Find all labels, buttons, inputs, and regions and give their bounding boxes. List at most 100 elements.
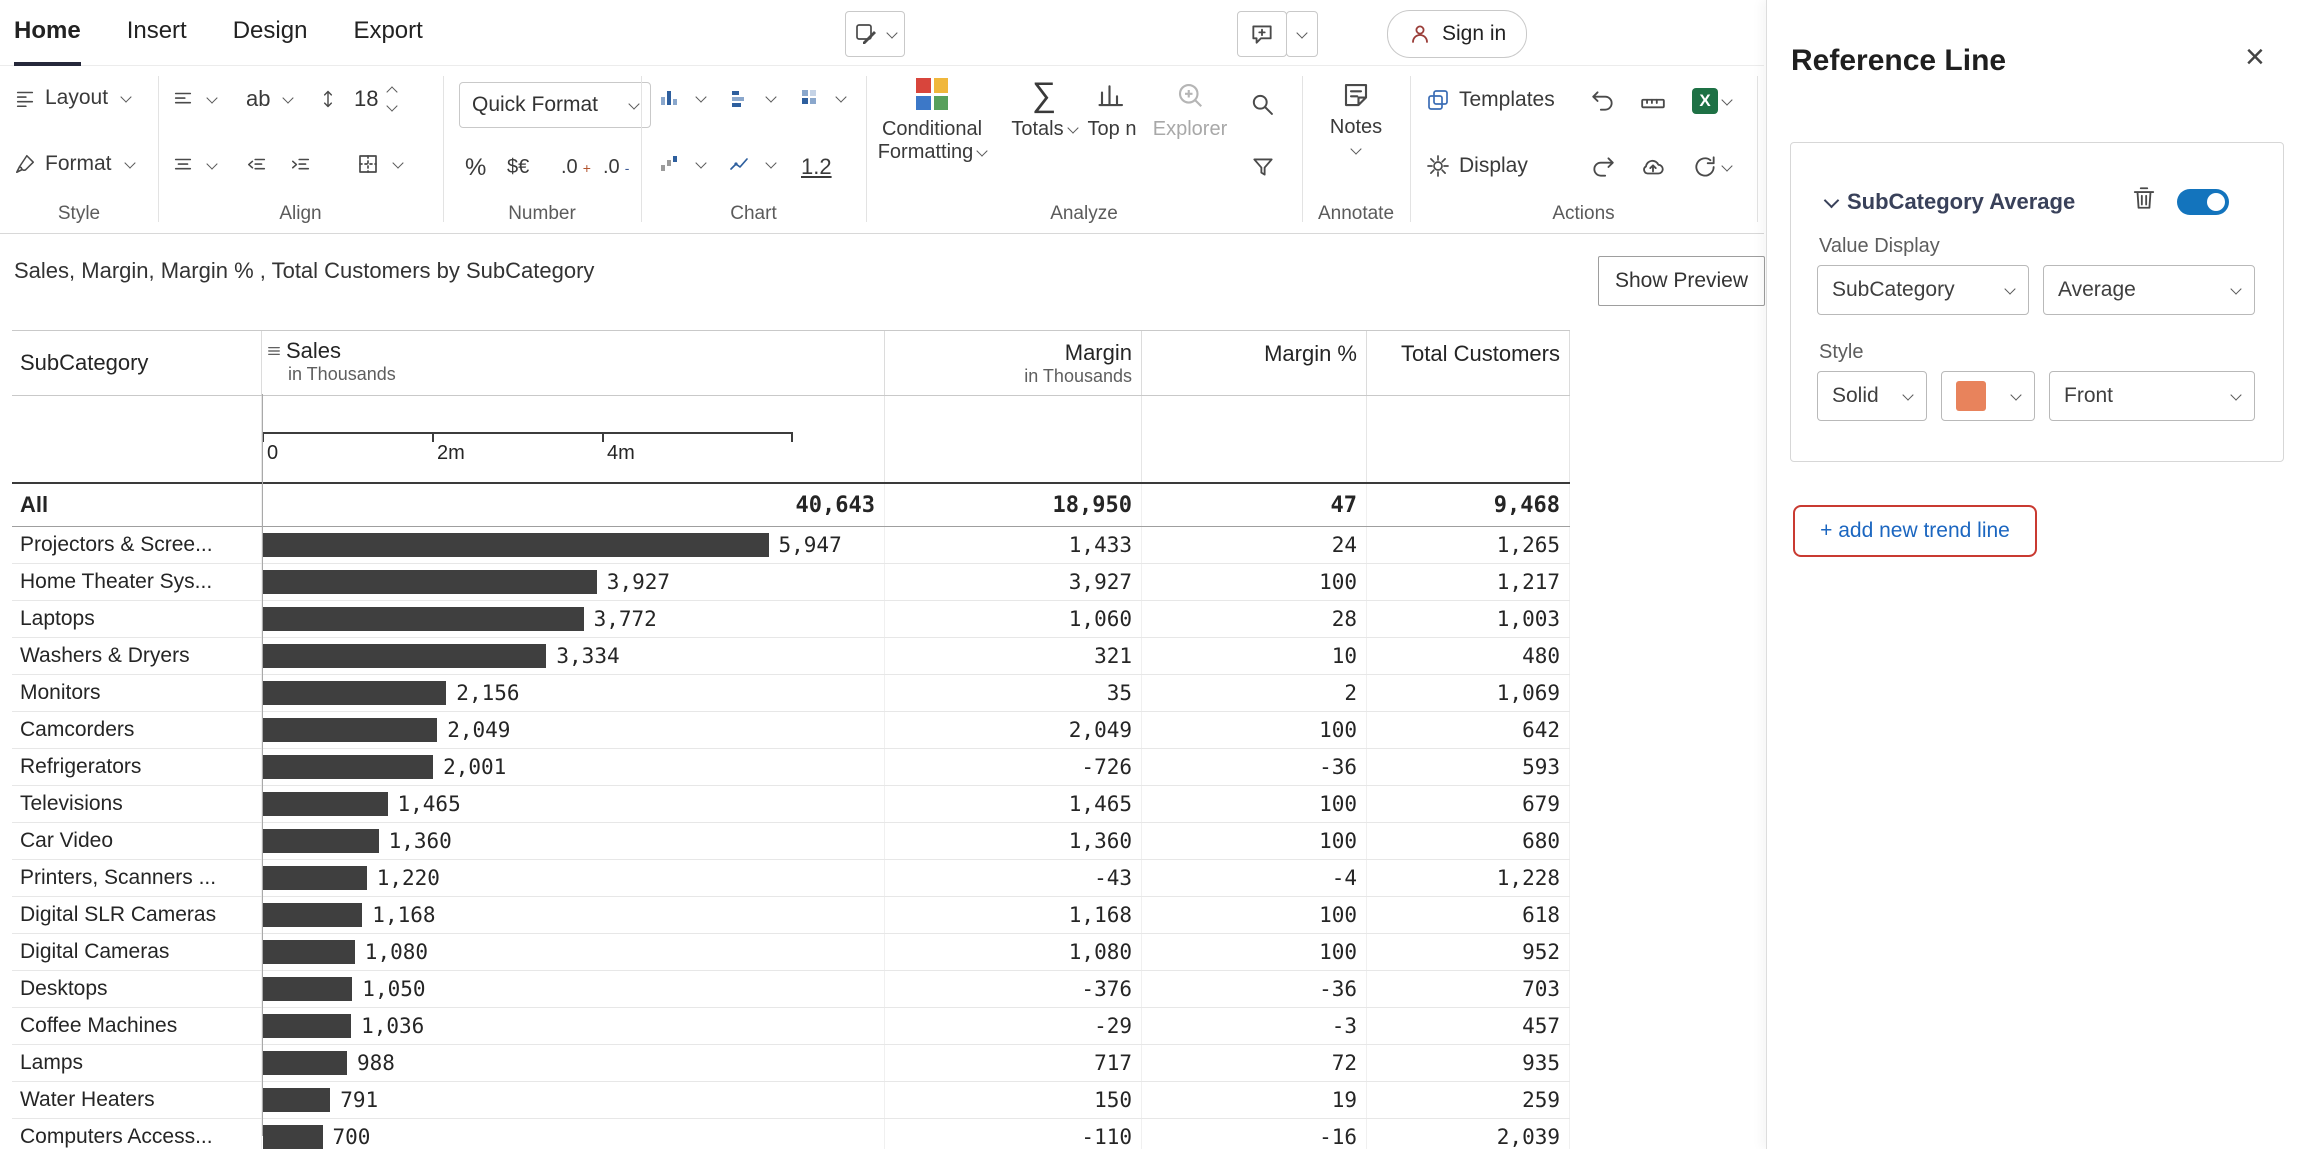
layer-dropdown[interactable]: Front — [2049, 371, 2255, 421]
stepper-down-icon[interactable] — [387, 100, 398, 111]
dimension-dropdown[interactable]: SubCategory — [1817, 265, 2029, 315]
table-row[interactable]: Lamps98871772935 — [12, 1045, 1570, 1082]
sales-bar[interactable] — [263, 533, 769, 557]
redo-button[interactable] — [1590, 154, 1616, 185]
chart-type-button-3[interactable] — [797, 86, 845, 110]
sales-bar[interactable] — [263, 718, 437, 742]
currency-format-button[interactable]: $€ — [507, 156, 529, 179]
chart-type-button-2[interactable] — [727, 86, 775, 110]
table-row[interactable]: Printers, Scanners ...1,220-43-41,228 — [12, 860, 1570, 897]
sales-bar[interactable] — [263, 644, 546, 668]
conditional-formatting-button[interactable]: Conditional Formatting — [868, 78, 996, 164]
table-row[interactable]: Camcorders2,0492,049100642 — [12, 712, 1570, 749]
sales-bar[interactable] — [263, 1014, 351, 1038]
header-subcategory[interactable]: SubCategory — [12, 331, 262, 395]
row-height-button[interactable] — [318, 88, 338, 110]
decimal-places-button[interactable]: 1.2 — [801, 154, 832, 180]
cloud-upload-button[interactable] — [1640, 154, 1666, 185]
explorer-button[interactable]: Explorer — [1154, 80, 1226, 141]
increase-decimal-button[interactable]: .0+ — [561, 156, 591, 179]
sales-bar[interactable] — [263, 1125, 323, 1149]
reference-line-name[interactable]: SubCategory Average — [1847, 189, 2075, 215]
table-row[interactable]: Projectors & Scree...5,9471,433241,265 — [12, 527, 1570, 564]
notes-button[interactable]: Notes — [1302, 80, 1410, 153]
table-row[interactable]: Car Video1,3601,360100680 — [12, 823, 1570, 860]
sales-bar[interactable] — [263, 903, 362, 927]
line-style-dropdown[interactable]: Solid — [1817, 371, 1927, 421]
sales-bar[interactable] — [263, 755, 433, 779]
edit-chart-button[interactable] — [845, 11, 905, 57]
sales-bar[interactable] — [263, 940, 355, 964]
sales-options-icon[interactable] — [266, 343, 282, 359]
borders-button[interactable] — [356, 152, 402, 176]
comment-dropdown-button[interactable] — [1286, 11, 1318, 57]
filter-button[interactable] — [1250, 154, 1276, 185]
chart-type-button-1[interactable] — [657, 86, 705, 110]
table-row[interactable]: Desktops1,050-376-36703 — [12, 971, 1570, 1008]
line-chart-button[interactable] — [727, 152, 775, 176]
sales-bar[interactable] — [263, 607, 584, 631]
quick-format-dropdown[interactable]: Quick Format — [459, 82, 651, 128]
decrease-decimal-button[interactable]: .0- — [603, 156, 629, 179]
sales-bar[interactable] — [263, 792, 388, 816]
sales-bar[interactable] — [263, 570, 597, 594]
table-row[interactable]: Home Theater Sys...3,9273,9271001,217 — [12, 564, 1570, 601]
chart-style-button[interactable] — [657, 152, 705, 176]
search-button[interactable] — [1248, 90, 1276, 123]
close-icon[interactable]: × — [2245, 40, 2265, 74]
stepper-up-icon[interactable] — [387, 86, 398, 97]
add-comment-button[interactable] — [1237, 11, 1287, 57]
table-row[interactable]: Televisions1,4651,465100679 — [12, 786, 1570, 823]
display-button[interactable]: Display — [1426, 154, 1528, 178]
table-row[interactable]: Digital Cameras1,0801,080100952 — [12, 934, 1570, 971]
table-row[interactable]: Coffee Machines1,036-29-3457 — [12, 1008, 1570, 1045]
tab-insert[interactable]: Insert — [127, 0, 187, 66]
table-row[interactable]: Laptops3,7721,060281,003 — [12, 601, 1570, 638]
sales-bar[interactable] — [263, 681, 446, 705]
table-row[interactable]: Computers Access...700-110-162,039 — [12, 1119, 1570, 1149]
header-customers[interactable]: Total Customers — [1367, 331, 1570, 395]
table-row[interactable]: Water Heaters79115019259 — [12, 1082, 1570, 1119]
color-dropdown[interactable] — [1941, 371, 2035, 421]
excel-export-button[interactable]: X — [1692, 88, 1731, 114]
sales-bar[interactable] — [263, 1051, 347, 1075]
header-sales[interactable]: Sales in Thousands — [262, 331, 885, 395]
indent-decrease-button[interactable] — [246, 154, 268, 176]
format-button[interactable]: Format — [14, 152, 134, 176]
tab-home[interactable]: Home — [14, 0, 81, 66]
templates-button[interactable]: Templates — [1426, 88, 1555, 112]
table-row[interactable]: Refrigerators2,001-726-36593 — [12, 749, 1570, 786]
refresh-button[interactable] — [1692, 154, 1731, 180]
add-trend-line-button[interactable]: + add new trend line — [1793, 505, 2037, 557]
show-preview-button[interactable]: Show Preview — [1598, 256, 1765, 306]
sales-bar[interactable] — [263, 1088, 330, 1112]
align-vertical-button[interactable] — [172, 154, 216, 176]
collapse-chevron-icon[interactable] — [1824, 193, 1840, 209]
enabled-toggle[interactable] — [2177, 189, 2229, 215]
delete-button[interactable] — [2131, 185, 2157, 216]
table-row[interactable]: Washers & Dryers3,33432110480 — [12, 638, 1570, 675]
header-margin[interactable]: Margin in Thousands — [885, 331, 1142, 395]
tab-export[interactable]: Export — [353, 0, 422, 66]
totals-button[interactable]: ∑ Totals — [1008, 78, 1080, 141]
measure-button[interactable] — [1640, 90, 1666, 121]
percent-format-button[interactable]: % — [465, 154, 486, 182]
header-margin-pct[interactable]: Margin % — [1142, 331, 1367, 395]
undo-button[interactable] — [1590, 88, 1616, 119]
table-total-row[interactable]: All 40,643 18,950 47 9,468 — [12, 482, 1570, 527]
tab-design[interactable]: Design — [233, 0, 308, 66]
sign-in-button[interactable]: Sign in — [1387, 10, 1527, 58]
sales-bar[interactable] — [263, 829, 379, 853]
sales-bar[interactable] — [263, 977, 352, 1001]
layout-button[interactable]: Layout — [14, 86, 130, 110]
indent-increase-button[interactable] — [290, 154, 312, 176]
layer-value: Front — [2064, 384, 2113, 408]
text-case-button[interactable]: ab — [246, 86, 292, 112]
sales-bar[interactable] — [263, 866, 367, 890]
align-horizontal-button[interactable] — [172, 88, 216, 110]
aggregation-dropdown[interactable]: Average — [2043, 265, 2255, 315]
table-row[interactable]: Monitors2,1563521,069 — [12, 675, 1570, 712]
font-size-stepper[interactable]: 18 — [354, 86, 396, 112]
top-n-button[interactable]: Top n — [1080, 80, 1144, 141]
table-row[interactable]: Digital SLR Cameras1,1681,168100618 — [12, 897, 1570, 934]
